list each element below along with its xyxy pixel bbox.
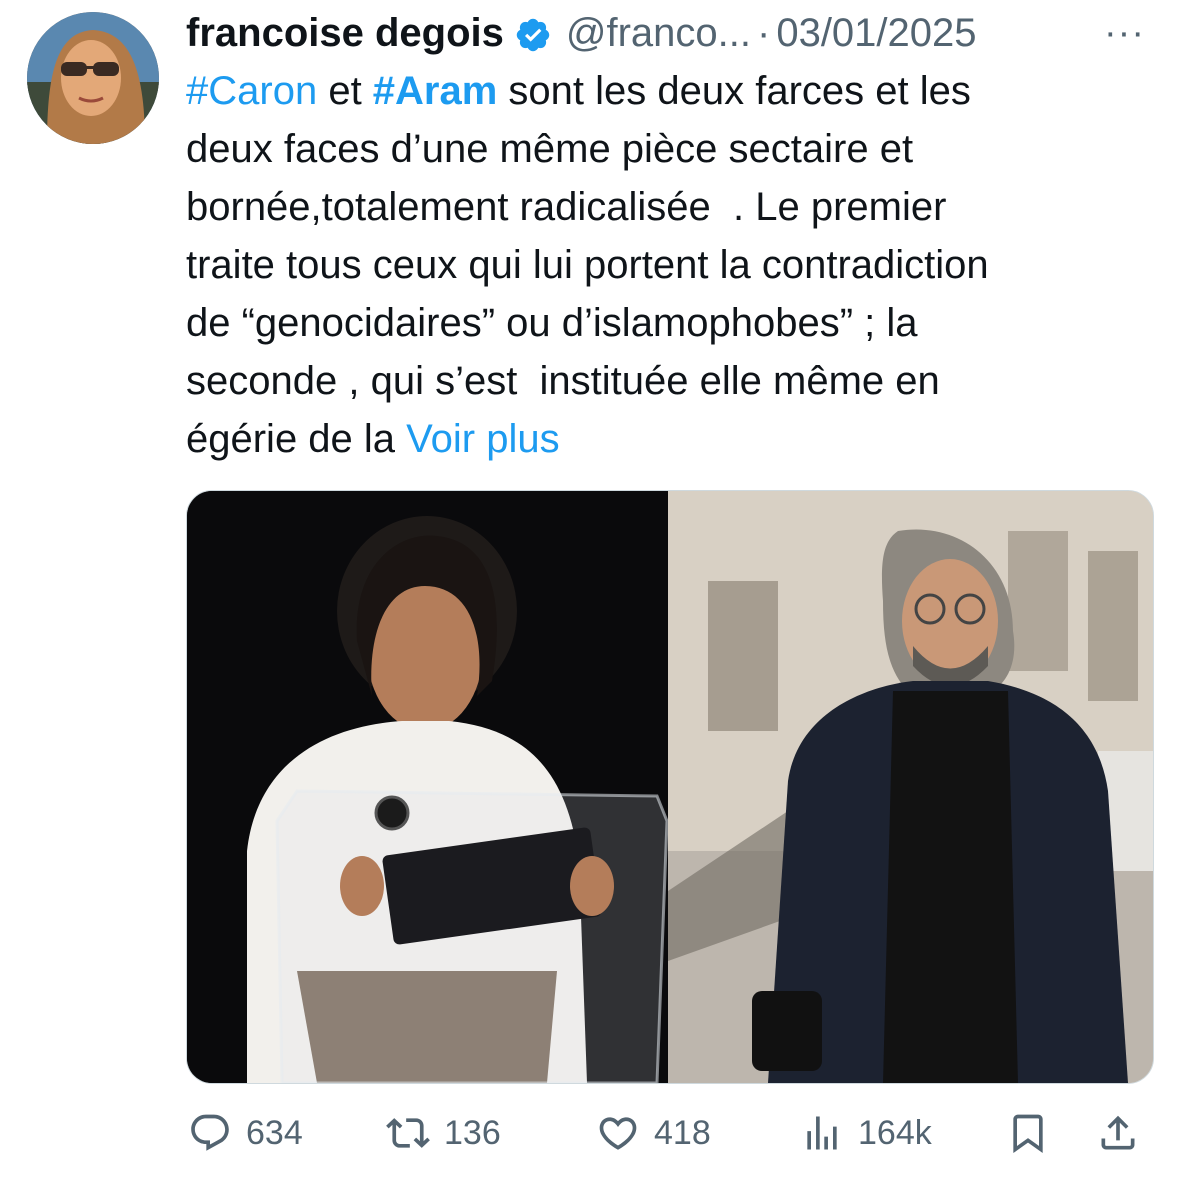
retweet-button[interactable]: 136 xyxy=(386,1102,501,1164)
reply-icon xyxy=(191,1114,229,1151)
bookmark-icon xyxy=(1013,1114,1043,1154)
author-name[interactable]: francoise degois xyxy=(186,6,504,60)
hashtag-aram[interactable]: #Aram xyxy=(373,69,498,113)
author-avatar[interactable] xyxy=(27,12,159,144)
verified-badge-icon[interactable] xyxy=(514,14,552,52)
photo-woman-at-podium[interactable] xyxy=(187,491,668,1083)
retweet-icon xyxy=(386,1118,430,1148)
bookmark-button[interactable] xyxy=(1006,1102,1050,1164)
tweet-line-3: bornée,totalement radicalisée . Le premi… xyxy=(186,185,947,229)
retweet-count: 136 xyxy=(444,1113,501,1152)
tweet-line-7: égérie de la Voir plus xyxy=(186,410,1146,468)
tweet-actions: 634 136 418 164k xyxy=(186,1102,1152,1164)
tweet-line-4: traite tous ceux qui lui portent la cont… xyxy=(186,243,989,287)
tweet-header: francoise degois @franco... · 03/01/2025… xyxy=(186,6,1179,60)
tweet-text-segment: sont les deux farces et les xyxy=(497,69,971,113)
reply-count: 634 xyxy=(246,1113,303,1152)
tweet-line-6: seconde , qui s’est instituée elle même … xyxy=(186,359,940,403)
tweet-line-2: deux faces d’une même pièce sectaire et xyxy=(186,127,914,171)
views-count: 164k xyxy=(858,1113,932,1152)
tweet-line-1: #Caron et #Aram sont les deux farces et … xyxy=(186,62,1146,120)
like-button[interactable]: 418 xyxy=(596,1102,711,1164)
photo-man-walking[interactable] xyxy=(668,491,1153,1083)
more-options-icon[interactable]: ··· xyxy=(1104,6,1145,60)
tweet-line-5: de “genocidaires” ou d’islamophobes” ; l… xyxy=(186,301,918,345)
views-icon xyxy=(807,1116,837,1150)
tweet-text-segment: égérie de la xyxy=(186,417,407,461)
like-icon xyxy=(599,1117,637,1150)
avatar-image xyxy=(27,12,159,144)
header-separator: · xyxy=(757,11,771,55)
views-button[interactable]: 164k xyxy=(800,1102,932,1164)
reply-button[interactable]: 634 xyxy=(188,1102,303,1164)
author-handle[interactable]: @franco... xyxy=(566,6,751,60)
share-icon xyxy=(1101,1115,1135,1150)
show-more-link[interactable]: Voir plus xyxy=(406,417,559,461)
tweet-text-segment: et xyxy=(317,69,373,113)
like-count: 418 xyxy=(654,1113,711,1152)
tweet-date[interactable]: 03/01/2025 xyxy=(776,6,976,60)
tweet-media[interactable] xyxy=(186,490,1154,1084)
tweet-text: #Caron et #Aram sont les deux farces et … xyxy=(186,62,1146,468)
hashtag-caron[interactable]: #Caron xyxy=(186,69,317,113)
share-button[interactable] xyxy=(1096,1102,1140,1164)
